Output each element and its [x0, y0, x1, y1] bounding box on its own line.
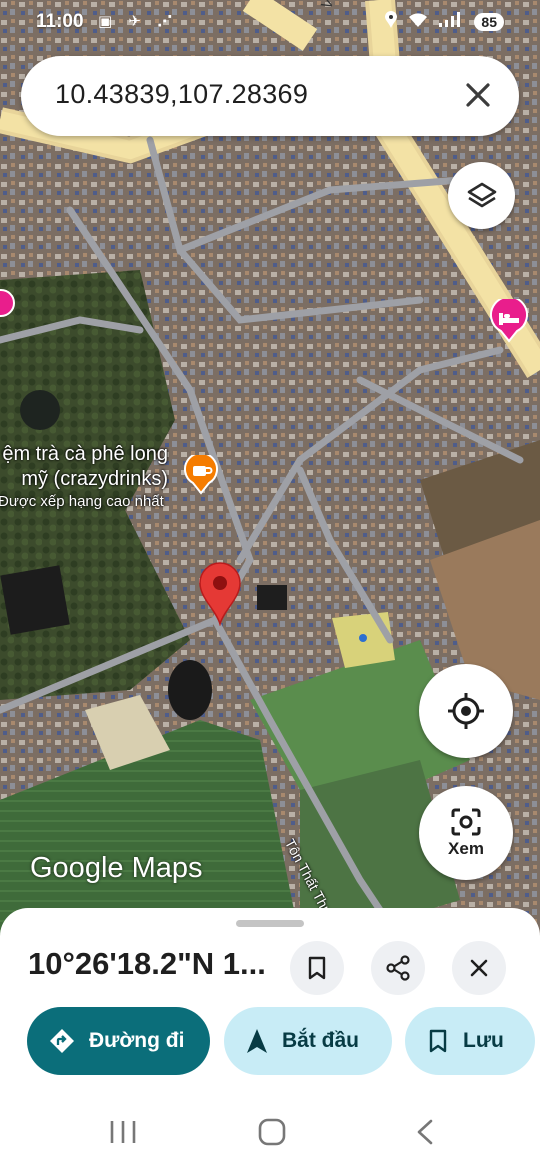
share-button[interactable] [371, 941, 425, 995]
my-location-button[interactable] [419, 664, 513, 758]
lens-button[interactable]: Xem [419, 786, 513, 880]
start-button[interactable]: Bắt đầu [224, 1007, 392, 1075]
crosshair-icon [448, 693, 484, 729]
google-maps-logo: Google Maps [30, 852, 203, 884]
save-label: Lưu [463, 1029, 504, 1052]
signal-icon [438, 12, 464, 31]
system-nav-bar [0, 1098, 540, 1170]
place-name[interactable]: ệm trà cà phê long mỹ (crazydrinks) [0, 442, 168, 492]
recent-apps-icon[interactable] [108, 1118, 138, 1151]
wifi-icon [408, 12, 428, 31]
battery-icon: 85 [474, 12, 504, 31]
bottom-sheet: 10°26'18.2"N 1... Đường đi Bắt đầu Lưu [0, 908, 540, 1098]
directions-button[interactable]: Đường đi [27, 1007, 210, 1075]
layers-icon [467, 182, 496, 207]
search-input[interactable]: 10.43839,107.28369 [55, 79, 308, 110]
place-rating: Được xếp hạng cao nhất [0, 493, 164, 510]
bookmark-button[interactable] [290, 941, 344, 995]
bookmark-icon [427, 1028, 449, 1054]
save-button[interactable]: Lưu [405, 1007, 535, 1075]
status-time: 11:00 [36, 11, 84, 32]
place-name-line2: mỹ (crazydrinks) [21, 468, 168, 490]
layers-button[interactable] [448, 162, 515, 229]
share-icon [386, 955, 410, 981]
directions-icon [49, 1028, 75, 1054]
drag-handle[interactable] [236, 920, 304, 927]
status-right: 85 [384, 11, 504, 32]
location-icon [384, 11, 398, 32]
coordinates-title: 10°26'18.2"N 1... [28, 946, 266, 981]
close-icon [470, 959, 488, 977]
start-label: Bắt đầu [282, 1029, 360, 1052]
home-icon[interactable] [257, 1118, 287, 1151]
back-icon[interactable] [414, 1118, 436, 1151]
close-icon[interactable] [461, 78, 495, 112]
lens-label: Xem [448, 839, 484, 858]
lens-icon [451, 808, 481, 836]
status-bar: 11:00 ▣ ✈ ⋰ 85 [0, 0, 540, 44]
navigation-arrow-icon [246, 1028, 268, 1054]
bookmark-icon [308, 956, 326, 980]
search-bar[interactable]: 10.43839,107.28369 [21, 56, 519, 136]
notification-icons: ▣ ✈ ⋰ [98, 13, 179, 30]
place-name-line1: ệm trà cà phê long [2, 443, 168, 465]
close-sheet-button[interactable] [452, 941, 506, 995]
directions-label: Đường đi [89, 1029, 185, 1052]
